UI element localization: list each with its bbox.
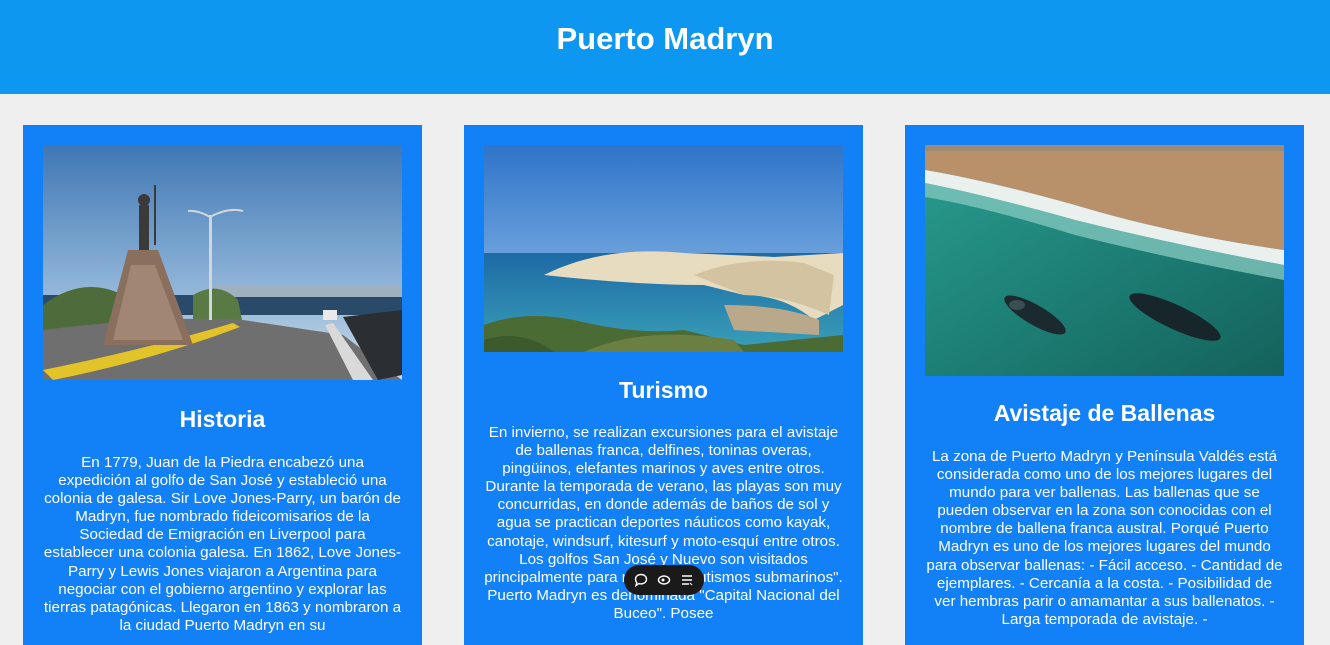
monument-photo bbox=[43, 145, 402, 380]
comment-icon[interactable] bbox=[632, 571, 650, 589]
page-title: Puerto Madryn bbox=[556, 21, 774, 56]
card-title: Avistaje de Ballenas bbox=[993, 400, 1216, 426]
whales-photo bbox=[925, 145, 1284, 376]
card-title: Historia bbox=[179, 406, 266, 432]
card-text: En 1779, Juan de la Piedra encabezó una … bbox=[43, 454, 402, 634]
card-text: La zona de Puerto Madryn y Península Val… bbox=[926, 448, 1283, 628]
page-header: Puerto Madryn bbox=[0, 0, 1330, 94]
floating-toolbar bbox=[624, 565, 704, 595]
card-avistaje: Avistaje de Ballenas La zona de Puerto M… bbox=[905, 125, 1304, 645]
card-historia: Historia En 1779, Juan de la Piedra enca… bbox=[23, 125, 422, 645]
coast-photo bbox=[484, 145, 843, 352]
card-title: Turismo bbox=[618, 377, 709, 403]
eye-icon[interactable] bbox=[655, 571, 673, 589]
list-icon[interactable] bbox=[678, 571, 696, 589]
